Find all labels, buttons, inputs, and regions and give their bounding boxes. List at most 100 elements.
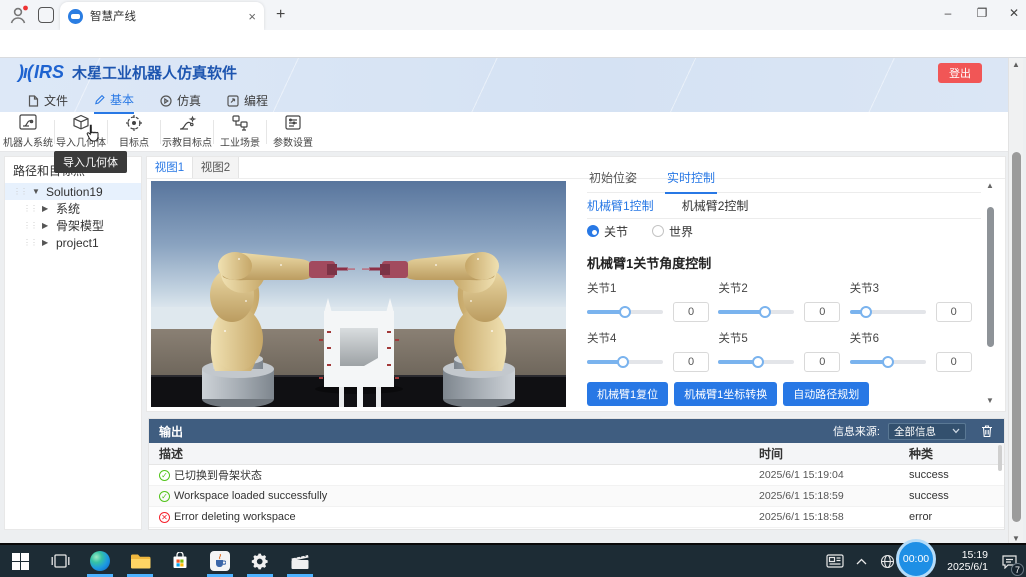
new-tab-button[interactable]: + (276, 6, 285, 24)
scroll-up-icon[interactable]: ▲ (986, 181, 994, 190)
tree-node-project[interactable]: ⋮⋮ ▶ project1 (5, 234, 141, 251)
tool-robot-system[interactable]: 机器人系统 (4, 114, 52, 149)
joint-value-input[interactable] (936, 352, 972, 372)
viewport-tab-2[interactable]: 视图2 (193, 157, 239, 178)
panel-vertical-scrollbar[interactable]: ▲ ▼ (985, 181, 997, 405)
log-row[interactable]: ✓Workspace loaded successfully 2025/6/1 … (149, 486, 1004, 507)
viewport-tab-1[interactable]: 视图1 (147, 157, 193, 178)
tab-close-icon[interactable]: × (248, 9, 256, 24)
caret-down-icon[interactable]: ▼ (32, 187, 41, 196)
arm1-reset-button[interactable]: 机械臂1复位 (587, 382, 668, 406)
scroll-down-icon[interactable]: ▼ (1012, 534, 1020, 543)
menu-file[interactable]: 文件 (28, 91, 68, 114)
slider-thumb[interactable] (759, 306, 771, 318)
slider-thumb[interactable] (860, 306, 872, 318)
slider-thumb[interactable] (882, 356, 894, 368)
tab-initial-pose[interactable]: 初始位姿 (587, 167, 639, 192)
tool-industrial-scene[interactable]: 工业场景 (216, 114, 264, 149)
tree-node-label[interactable]: 系统 (56, 200, 80, 217)
menu-basic[interactable]: 基本 (94, 91, 134, 114)
tree-node-label[interactable]: Solution19 (46, 185, 103, 199)
browser-tab[interactable]: 智慧产线 × (60, 2, 264, 30)
taskbar-edge-button[interactable] (80, 545, 120, 577)
logout-button[interactable]: 登出 (938, 63, 982, 83)
slider-thumb[interactable] (617, 356, 629, 368)
start-button[interactable] (0, 545, 40, 577)
joint-value-input[interactable] (936, 302, 972, 322)
joint-value-input[interactable] (804, 302, 840, 322)
tree-node-solution[interactable]: ⋮⋮ ▼ Solution19 (5, 183, 141, 200)
toolbar-separator (213, 120, 214, 144)
tree-node-label[interactable]: project1 (56, 236, 99, 250)
profile-avatar-icon[interactable] (8, 5, 30, 25)
page-scroll-thumb[interactable] (1012, 152, 1021, 522)
tree-node-label[interactable]: 骨架模型 (56, 217, 104, 234)
tool-target-point[interactable]: 目标点 (110, 114, 158, 149)
caret-right-icon[interactable]: ▶ (42, 238, 51, 247)
auto-path-planning-button[interactable]: 自动路径规划 (783, 382, 869, 406)
3d-viewport[interactable] (151, 181, 566, 407)
subtab-arm1[interactable]: 机械臂1控制 (587, 197, 654, 214)
slider-thumb[interactable] (752, 356, 764, 368)
widgets-button[interactable] (822, 554, 848, 568)
recording-timer-bubble[interactable]: 00:00 (896, 539, 936, 577)
taskbar-clock[interactable]: 15:19 2025/6/1 (930, 549, 988, 573)
output-scrollbar[interactable] (998, 445, 1002, 525)
clear-log-trash-icon[interactable] (980, 424, 994, 438)
tree-node-system[interactable]: ⋮⋮ ▶ 系统 (5, 200, 141, 217)
joint-label: 关节4 (587, 330, 718, 346)
joint-label: 关节2 (718, 280, 849, 296)
arm1-coordinate-transform-button[interactable]: 机械臂1坐标转换 (674, 382, 777, 406)
window-minimize-button[interactable]: – (938, 6, 958, 20)
joint-slider[interactable] (587, 310, 663, 314)
tab-realtime-control[interactable]: 实时控制 (665, 167, 717, 194)
tree-node-skeleton[interactable]: ⋮⋮ ▶ 骨架模型 (5, 217, 141, 234)
subtab-arm2[interactable]: 机械臂2控制 (682, 197, 749, 214)
window-close-button[interactable]: ✕ (1004, 6, 1024, 20)
taskbar-video-button[interactable] (280, 545, 320, 577)
log-row[interactable]: ✕Error deleting workspace 2025/6/1 15:18… (149, 507, 1004, 528)
caret-right-icon[interactable]: ▶ (42, 221, 51, 230)
chevron-down-icon (952, 428, 960, 434)
taskbar-explorer-button[interactable] (120, 545, 160, 577)
joint-slider[interactable] (850, 310, 926, 314)
joint-slider[interactable] (718, 310, 794, 314)
log-time: 2025/6/1 15:19:04 (759, 469, 909, 481)
scroll-down-icon[interactable]: ▼ (986, 396, 994, 405)
joint-slider[interactable] (587, 360, 663, 364)
tool-parameter-settings[interactable]: 参数设置 (269, 114, 317, 149)
window-restore-button[interactable]: ❐ (972, 6, 992, 20)
radio-dot-icon (652, 225, 664, 237)
taskbar-settings-button[interactable] (240, 545, 280, 577)
taskbar-store-button[interactable] (160, 545, 200, 577)
radio-joint[interactable]: 关节 (587, 223, 628, 240)
scroll-up-icon[interactable]: ▲ (1012, 60, 1020, 69)
log-row[interactable]: ✓已切换到骨架状态 2025/6/1 15:19:04 success (149, 465, 1004, 486)
tab-workspace-icon[interactable] (38, 7, 54, 23)
toolbar-separator (266, 120, 267, 144)
joint-slider[interactable] (718, 360, 794, 364)
v-scroll-thumb[interactable] (987, 207, 994, 347)
joint-label: 关节6 (850, 330, 981, 346)
joint-slider[interactable] (850, 360, 926, 364)
joint-value-input[interactable] (804, 352, 840, 372)
menu-simulation[interactable]: 仿真 (160, 91, 201, 114)
tool-teach-target-point[interactable]: 示教目标点 (163, 114, 211, 149)
task-view-icon (51, 553, 70, 569)
page-scrollbar[interactable]: ▲ ▼ (1008, 58, 1023, 545)
source-select[interactable]: 全部信息 (888, 423, 966, 440)
log-desc: Error deleting workspace (174, 511, 296, 523)
joint-value-input[interactable] (673, 352, 709, 372)
log-type: error (909, 511, 1004, 523)
menu-programming[interactable]: 编程 (227, 91, 268, 114)
notification-button[interactable]: 7 (992, 554, 1026, 569)
tray-expand-button[interactable] (848, 558, 874, 565)
log-type: success (909, 469, 1004, 481)
windows-taskbar: 15:19 2025/6/1 7 (0, 545, 1026, 577)
joint-value-input[interactable] (673, 302, 709, 322)
slider-thumb[interactable] (619, 306, 631, 318)
taskbar-java-button[interactable] (200, 545, 240, 577)
radio-world[interactable]: 世界 (652, 223, 693, 240)
task-view-button[interactable] (40, 545, 80, 577)
caret-right-icon[interactable]: ▶ (42, 204, 51, 213)
